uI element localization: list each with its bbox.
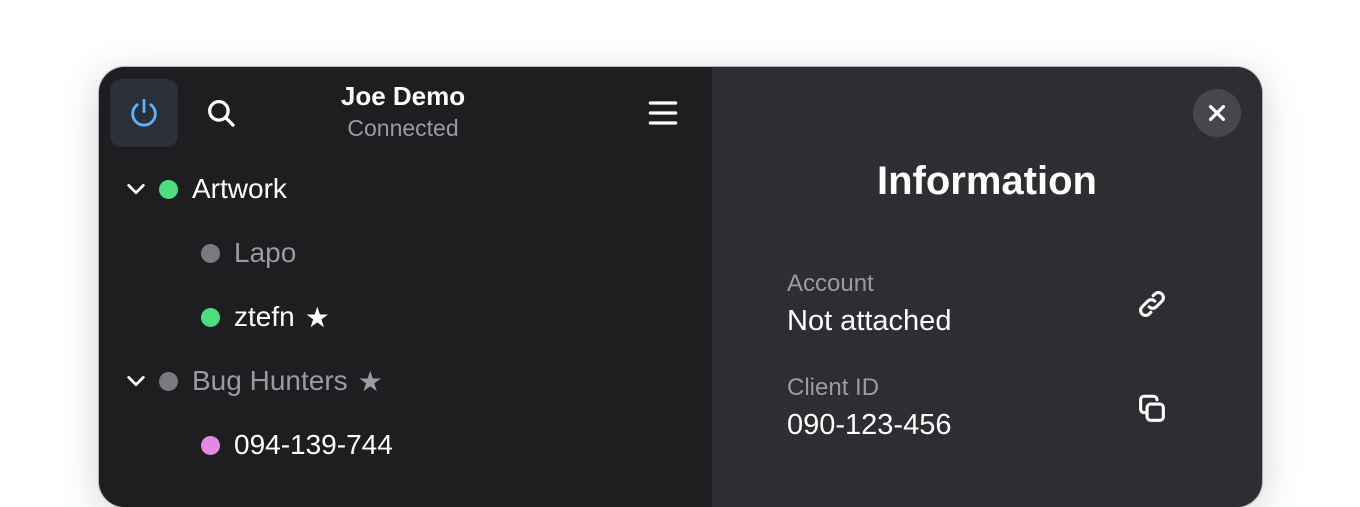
attach-account-button[interactable] [1132, 284, 1172, 324]
client-id-label: Client ID [787, 374, 880, 401]
information-content: Information Account Not attached Client … [99, 67, 1262, 480]
account-label: Account [787, 270, 874, 297]
client-id-value: 090-123-456 [787, 409, 952, 441]
copy-icon [1139, 394, 1165, 422]
copy-client-id-button[interactable] [1132, 389, 1172, 429]
account-value: Not attached [787, 305, 952, 337]
close-icon [1208, 104, 1226, 122]
link-icon [1139, 291, 1165, 317]
information-title: Information [877, 159, 1097, 203]
close-button[interactable] [1193, 89, 1241, 137]
